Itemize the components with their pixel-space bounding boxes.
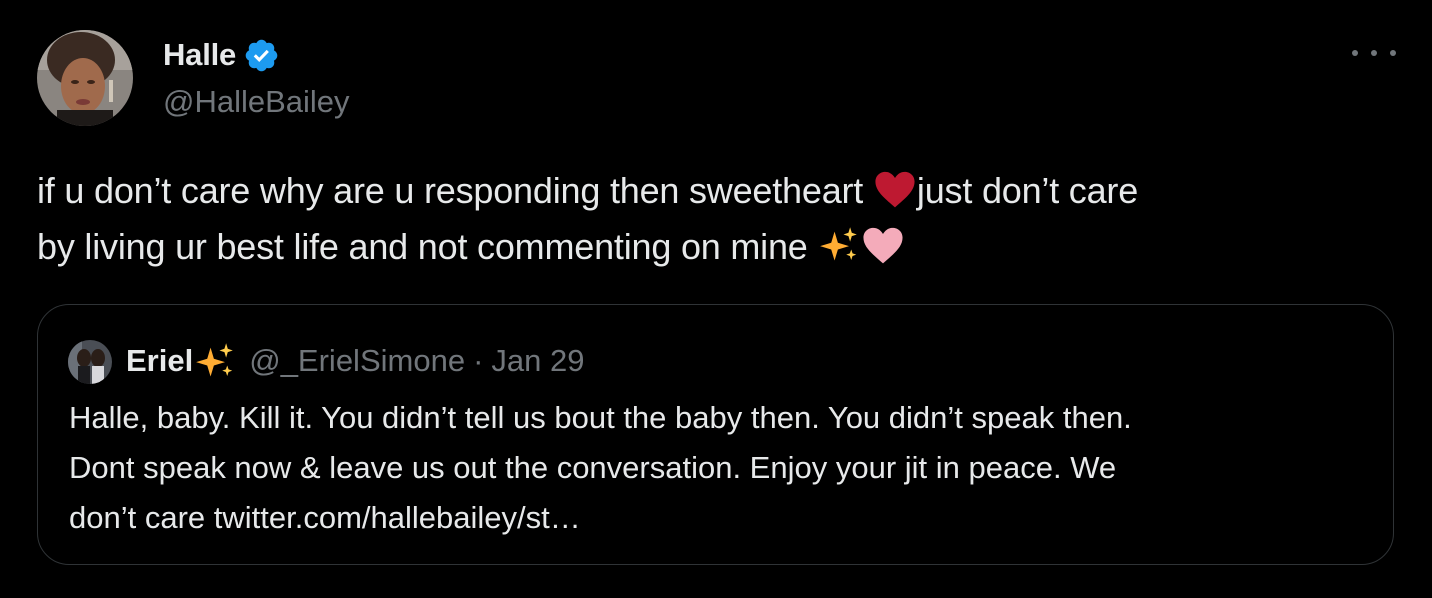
quoted-author-handle[interactable]: @_ErielSimone [249,343,465,379]
header-separator: · [473,343,484,378]
quoted-tweet-body: Halle, baby. Kill it. You didn’t tell us… [69,393,1369,543]
quoted-tweet-line: don’t care twitter.com/hallebailey/st… [69,500,581,535]
tweet-line-2: by living ur best life and not commentin… [37,219,1397,275]
author-avatar-image [37,30,133,126]
quoted-tweet-line: Halle, baby. Kill it. You didn’t tell us… [69,400,1132,435]
red-heart-icon [875,171,915,208]
tweet-text-segment: by living ur best life and not commentin… [37,226,818,267]
quoted-tweet-card[interactable]: Eriel @_ErielSimone · Jan 29 Halle, baby… [37,304,1394,565]
author-handle[interactable]: @HalleBailey [163,84,350,120]
tweet-card: Halle @HalleBailey if u don’t care why a… [0,0,1432,598]
quoted-tweet-header: Eriel @_ErielSimone · Jan 29 [126,338,584,384]
sparkles-icon [196,343,233,377]
quoted-tweet-date[interactable]: Jan 29 [491,343,584,379]
tweet-text-segment: just don’t care [916,170,1139,211]
quoted-tweet-line: Dont speak now & leave us out the conver… [69,450,1117,485]
verified-badge-icon[interactable] [243,37,280,74]
quoted-author-display-name[interactable]: Eriel [126,343,193,379]
more-options-icon[interactable] [1352,40,1396,66]
author-name-row: Halle [163,35,280,75]
tweet-text-segment: if u don’t care why are u responding the… [37,170,873,211]
author-avatar[interactable] [37,30,133,126]
tweet-line-1: if u don’t care why are u responding the… [37,163,1397,219]
tweet-body: if u don’t care why are u responding the… [37,163,1397,275]
author-display-name[interactable]: Halle [163,37,236,73]
quoted-author-avatar[interactable] [68,340,112,384]
sparkles-icon [820,227,858,261]
pink-heart-icon [863,227,903,264]
quoted-author-avatar-image [68,340,112,384]
